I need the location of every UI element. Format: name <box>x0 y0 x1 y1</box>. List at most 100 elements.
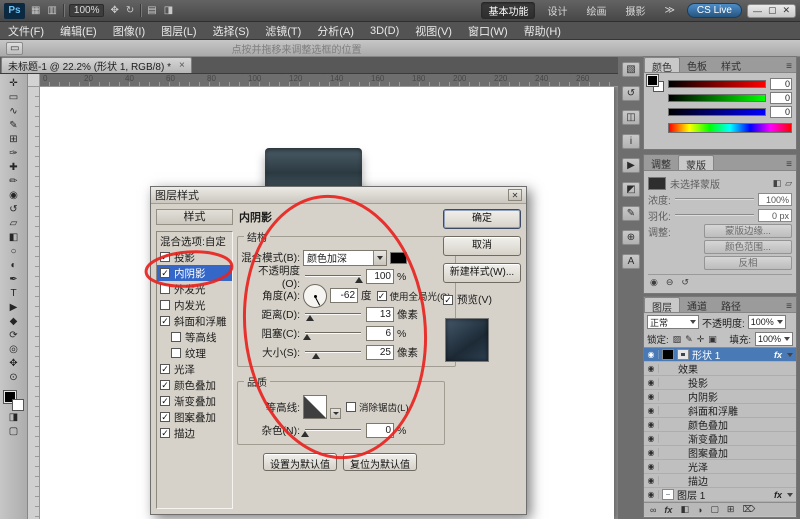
visibility-eye-icon[interactable]: ◉ <box>644 406 659 415</box>
cslive-button[interactable]: CS Live <box>686 3 742 18</box>
info-icon[interactable]: i <box>622 134 640 149</box>
collapse-effects-icon[interactable] <box>787 352 793 357</box>
checkbox[interactable] <box>160 284 170 294</box>
panel-menu-icon[interactable]: ≡ <box>782 61 796 72</box>
zoom-tool-icon[interactable]: ⊙ <box>2 371 26 385</box>
3d-rotate-tool-icon[interactable]: ⟳ <box>2 329 26 343</box>
menu-select[interactable]: 选择(S) <box>205 23 258 39</box>
menu-file[interactable]: 文件(F) <box>0 23 52 39</box>
visibility-eye-icon[interactable]: ◉ <box>644 364 659 373</box>
zoom-level-control[interactable]: 100% <box>68 4 105 17</box>
close-icon[interactable]: ✕ <box>782 5 790 16</box>
layer-thumbnail[interactable] <box>662 489 674 500</box>
style-item-pattern-overlay[interactable]: ✓ 图案叠加 <box>157 409 232 425</box>
opacity-field[interactable]: 100% <box>747 315 786 329</box>
effect-row-color-overlay[interactable]: ◉ 颜色叠加 <box>644 418 796 432</box>
layer-thumbnail[interactable] <box>662 349 674 360</box>
visibility-eye-icon[interactable]: ◉ <box>644 490 659 499</box>
active-tool-icon[interactable]: ▭ <box>6 41 24 55</box>
style-item-contour[interactable]: 等高线 <box>157 329 232 345</box>
checkbox[interactable]: ✓ <box>160 380 170 390</box>
ok-button[interactable]: 确定 <box>443 209 521 229</box>
panel-menu-icon[interactable]: ≡ <box>782 301 796 312</box>
lock-position-icon[interactable]: ✛ <box>697 334 705 345</box>
workspace-essentials[interactable]: 基本功能 <box>481 2 536 19</box>
distance-slider[interactable] <box>303 308 363 322</box>
checkbox[interactable]: ✓ <box>160 316 170 326</box>
add-pixel-mask-icon[interactable]: ◧ <box>773 178 782 189</box>
color-spectrum-ramp[interactable] <box>668 123 792 133</box>
checkbox[interactable]: ✓ <box>160 428 170 438</box>
layer-comps-icon[interactable]: ◫ <box>622 110 640 125</box>
delete-layer-icon[interactable]: ⌦ <box>742 504 755 515</box>
add-mask-icon[interactable]: ◧ <box>680 504 689 515</box>
path-selection-tool-icon[interactable]: ▶ <box>2 301 26 315</box>
style-item-color-overlay[interactable]: ✓ 颜色叠加 <box>157 377 232 393</box>
dialog-titlebar[interactable]: 图层样式 ✕ <box>151 187 526 204</box>
blue-slider[interactable] <box>668 108 766 116</box>
angle-dial[interactable] <box>303 283 327 308</box>
style-item-gradient-overlay[interactable]: ✓ 渐变叠加 <box>157 393 232 409</box>
global-light-checkbox[interactable]: ✓ <box>376 290 387 301</box>
set-default-button[interactable]: 设置为默认值 <box>263 453 337 471</box>
dialog-close-icon[interactable]: ✕ <box>508 189 522 201</box>
visibility-eye-icon[interactable]: ◉ <box>644 448 659 457</box>
checkbox[interactable]: ✓ <box>160 252 170 262</box>
mask-edge-button[interactable]: 蒙版边缘... <box>704 224 792 238</box>
photoshop-logo[interactable]: Ps <box>4 2 25 19</box>
style-item-satin[interactable]: ✓ 光泽 <box>157 361 232 377</box>
quick-mask-icon[interactable]: ◨ <box>2 411 26 425</box>
tab-paths[interactable]: 路径 <box>714 297 748 313</box>
mask-apply-icon[interactable]: ↺ <box>681 277 689 288</box>
brush-tool-icon[interactable]: ✏ <box>2 175 26 189</box>
distance-field[interactable]: 13 <box>366 307 394 322</box>
new-layer-icon[interactable]: ⊞ <box>727 504 735 515</box>
vector-mask-thumbnail[interactable] <box>677 349 689 360</box>
size-field[interactable]: 25 <box>366 345 394 360</box>
effect-row-satin[interactable]: ◉ 光泽 <box>644 460 796 474</box>
visibility-eye-icon[interactable]: ◉ <box>644 378 659 387</box>
angle-field[interactable]: -62 <box>330 288 358 303</box>
shadow-color-swatch[interactable] <box>390 251 407 264</box>
preview-checkbox[interactable]: ✓ <box>443 294 453 305</box>
bridge-icon[interactable]: ▦ <box>30 5 41 16</box>
blue-value[interactable]: 0 <box>770 106 792 118</box>
reset-default-button[interactable]: 复位为默认值 <box>343 453 417 471</box>
menu-layer[interactable]: 图层(L) <box>153 23 204 39</box>
effect-row-pattern-overlay[interactable]: ◉ 图案叠加 <box>644 446 796 460</box>
menu-filter[interactable]: 滤镜(T) <box>257 23 309 39</box>
visibility-eye-icon[interactable]: ◉ <box>644 392 659 401</box>
mask-unlink-icon[interactable]: ⊖ <box>666 277 674 288</box>
marquee-tool-icon[interactable]: ▭ <box>2 91 26 105</box>
gradient-tool-icon[interactable]: ◧ <box>2 231 26 245</box>
tab-swatches[interactable]: 色板 <box>680 57 714 73</box>
red-value[interactable]: 0 <box>770 78 792 90</box>
menu-window[interactable]: 窗口(W) <box>460 23 516 39</box>
rotate-view-icon[interactable]: ↻ <box>125 5 135 16</box>
eyedropper-tool-icon[interactable]: ✑ <box>2 147 26 161</box>
cancel-button[interactable]: 取消 <box>443 236 521 256</box>
shape-tool-icon[interactable]: ◆ <box>2 315 26 329</box>
clone-stamp-tool-icon[interactable]: ◉ <box>2 189 26 203</box>
crop-tool-icon[interactable]: ⊞ <box>2 133 26 147</box>
lock-all-icon[interactable]: ▣ <box>708 334 717 345</box>
blend-mode-select[interactable]: 颜色加深 <box>303 249 387 266</box>
effects-header-row[interactable]: ◉ 效果 <box>644 362 796 376</box>
tab-adjustments[interactable]: 调整 <box>644 155 678 171</box>
checkbox[interactable] <box>171 348 181 358</box>
adjustment-layer-icon[interactable]: ◑ <box>697 505 702 515</box>
tab-color[interactable]: 颜色 <box>644 57 680 74</box>
3d-orbit-tool-icon[interactable]: ◎ <box>2 343 26 357</box>
hand-tool-icon[interactable]: ✥ <box>2 357 26 371</box>
mini-bridge-icon[interactable]: ▧ <box>622 62 640 77</box>
minimize-icon[interactable]: — <box>753 6 762 16</box>
menu-help[interactable]: 帮助(H) <box>516 23 569 39</box>
blend-mode-dropdown[interactable]: 正常 <box>647 315 699 329</box>
history-icon[interactable]: ↺ <box>622 86 640 101</box>
visibility-eye-icon[interactable]: ◉ <box>644 434 659 443</box>
menu-analysis[interactable]: 分析(A) <box>309 23 362 39</box>
visibility-eye-icon[interactable]: ◉ <box>644 462 659 471</box>
menu-3d[interactable]: 3D(D) <box>362 25 407 37</box>
opacity-slider[interactable] <box>303 270 363 284</box>
menu-edit[interactable]: 编辑(E) <box>52 23 105 39</box>
